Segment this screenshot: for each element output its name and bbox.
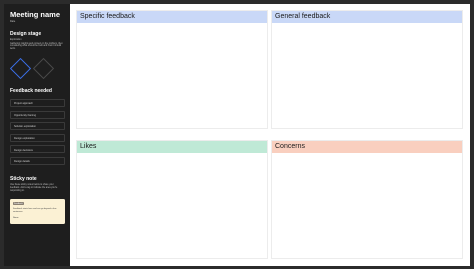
concerns-header: Concerns — [272, 141, 462, 153]
stage-diamond[interactable] — [32, 57, 55, 80]
design-stage-heading: Design stage — [10, 31, 42, 37]
figjam-board-frame: Meeting name Date Design stage Explorati… — [4, 4, 470, 266]
sticky-note-author: Name — [13, 216, 19, 219]
feedback-board: Specific feedback General feedback Likes… — [76, 10, 464, 262]
meeting-sidebar: Meeting name Date Design stage Explorati… — [4, 4, 70, 266]
feedback-option-solution-exploration[interactable]: Solution exploration — [10, 122, 65, 131]
meeting-name[interactable]: Meeting name — [10, 10, 60, 19]
likes-section[interactable]: Likes — [76, 140, 268, 259]
specific-feedback-header: Specific feedback — [77, 11, 267, 23]
sticky-note-tag-label: Feedback — [14, 202, 23, 205]
feedback-option-opportunity-framing[interactable]: Opportunity framing — [10, 110, 65, 119]
sticky-note-text[interactable]: Feedback starts here and can go beyond a… — [13, 208, 61, 214]
specific-feedback-section[interactable]: Specific feedback — [76, 10, 268, 129]
general-feedback-section[interactable]: General feedback — [271, 10, 463, 129]
feedback-option-design-details[interactable]: Design details — [10, 156, 65, 165]
sticky-note-description: Use these sticky notes below to share yo… — [10, 184, 58, 192]
general-feedback-header: General feedback — [272, 11, 462, 23]
feedback-option-design-decisions[interactable]: Design decisions — [10, 145, 65, 154]
feedback-needed-list: Project approach Opportunity framing Sol… — [10, 99, 65, 169]
sticky-note[interactable]: Feedback Feedback starts here and can go… — [10, 199, 65, 224]
sticky-note-tag[interactable]: Feedback — [13, 202, 24, 206]
feedback-needed-heading: Feedback needed — [10, 88, 52, 94]
likes-header: Likes — [77, 141, 267, 153]
sticky-note-heading: Sticky note — [10, 176, 37, 182]
feedback-option-design-exploration[interactable]: Design exploration — [10, 133, 65, 142]
design-stage-description: Gathering insights and context on the pr… — [10, 42, 63, 51]
concerns-section[interactable]: Concerns — [271, 140, 463, 259]
design-stage-subheading: Exploration — [10, 39, 22, 41]
stage-diamond-selected[interactable] — [9, 57, 32, 80]
feedback-option-project-approach[interactable]: Project approach — [10, 99, 65, 107]
meeting-date[interactable]: Date — [10, 20, 15, 23]
